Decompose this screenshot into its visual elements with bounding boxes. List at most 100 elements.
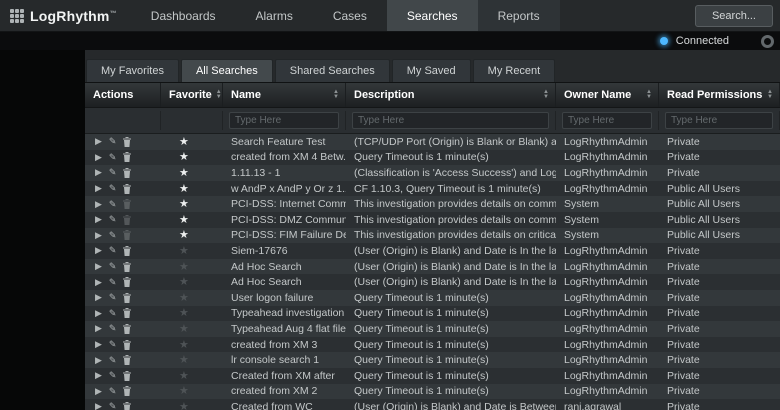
tab-my-recent[interactable]: My Recent xyxy=(473,59,556,82)
run-search-button[interactable]: ▶ xyxy=(95,356,102,365)
favorite-star-icon[interactable]: ★ xyxy=(169,198,189,210)
edit-search-button[interactable]: ✎ xyxy=(109,231,117,240)
edit-search-button[interactable]: ✎ xyxy=(109,356,117,365)
nav-item-cases[interactable]: Cases xyxy=(313,0,387,31)
table-row[interactable]: ▶ ✎ ★ Ad Hoc Search (User (Origin) is Bl… xyxy=(85,259,780,275)
table-row[interactable]: ▶ ✎ ★ Created from WC (User (Origin) is … xyxy=(85,399,780,410)
delete-search-button[interactable] xyxy=(123,371,131,381)
table-row[interactable]: ▶ ✎ ★ created from XM 4 Betw... Query Ti… xyxy=(85,150,780,166)
delete-search-button[interactable] xyxy=(123,184,131,194)
table-row[interactable]: ▶ ✎ ★ created from XM 3 Query Timeout is… xyxy=(85,337,780,353)
edit-search-button[interactable]: ✎ xyxy=(109,402,117,410)
sort-icon[interactable]: ▲▼ xyxy=(642,90,652,100)
sort-icon[interactable]: ▲▼ xyxy=(329,90,339,100)
run-search-button[interactable]: ▶ xyxy=(95,371,102,380)
column-header-owner-name[interactable]: Owner Name ▲▼ xyxy=(556,83,659,107)
favorite-star-icon[interactable]: ★ xyxy=(169,401,189,410)
table-row[interactable]: ▶ ✎ ★ Created from XM after Query Timeou… xyxy=(85,368,780,384)
delete-search-button[interactable] xyxy=(123,199,131,209)
delete-search-button[interactable] xyxy=(123,137,131,147)
table-row[interactable]: ▶ ✎ ★ PCI-DSS: Internet Comm... This inv… xyxy=(85,196,780,212)
run-search-button[interactable]: ▶ xyxy=(95,278,102,287)
table-row[interactable]: ▶ ✎ ★ 1.11.13 - 1 (Classification is 'Ac… xyxy=(85,165,780,181)
table-row[interactable]: ▶ ✎ ★ Ad Hoc Search (User (Origin) is Bl… xyxy=(85,274,780,290)
nav-item-dashboards[interactable]: Dashboards xyxy=(131,0,236,31)
table-row[interactable]: ▶ ✎ ★ User logon failure Query Timeout i… xyxy=(85,290,780,306)
nav-item-alarms[interactable]: Alarms xyxy=(236,0,313,31)
favorite-star-icon[interactable]: ★ xyxy=(169,229,189,241)
favorite-star-icon[interactable]: ★ xyxy=(169,307,189,319)
owner-filter-input[interactable] xyxy=(562,112,652,129)
column-header-favorite[interactable]: Favorite ▲▼ xyxy=(161,83,223,107)
column-header-description[interactable]: Description ▲▼ xyxy=(346,83,556,107)
run-search-button[interactable]: ▶ xyxy=(95,137,102,146)
favorite-star-icon[interactable]: ★ xyxy=(169,151,189,163)
edit-search-button[interactable]: ✎ xyxy=(109,371,117,380)
delete-search-button[interactable] xyxy=(123,152,131,162)
table-row[interactable]: ▶ ✎ ★ PCI-DSS: FIM Failure Detail This i… xyxy=(85,228,780,244)
favorite-star-icon[interactable]: ★ xyxy=(169,354,189,366)
favorite-star-icon[interactable]: ★ xyxy=(169,245,189,257)
edit-search-button[interactable]: ✎ xyxy=(109,309,117,318)
delete-search-button[interactable] xyxy=(123,215,131,225)
delete-search-button[interactable] xyxy=(123,230,131,240)
nav-item-searches[interactable]: Searches xyxy=(387,0,478,31)
search-button[interactable]: Search... xyxy=(695,5,773,27)
table-row[interactable]: ▶ ✎ ★ PCI-DSS: DMZ Communic... This inve… xyxy=(85,212,780,228)
edit-search-button[interactable]: ✎ xyxy=(109,200,117,209)
favorite-star-icon[interactable]: ★ xyxy=(169,183,189,195)
sort-icon[interactable]: ▲▼ xyxy=(539,90,549,100)
run-search-button[interactable]: ▶ xyxy=(95,324,102,333)
table-row[interactable]: ▶ ✎ ★ created from XM 2 Query Timeout is… xyxy=(85,384,780,400)
table-row[interactable]: ▶ ✎ ★ Typeahead Aug 4 flat file Query Ti… xyxy=(85,321,780,337)
delete-search-button[interactable] xyxy=(123,355,131,365)
edit-search-button[interactable]: ✎ xyxy=(109,293,117,302)
delete-search-button[interactable] xyxy=(123,262,131,272)
description-filter-input[interactable] xyxy=(352,112,549,129)
favorite-star-icon[interactable]: ★ xyxy=(169,292,189,304)
table-row[interactable]: ▶ ✎ ★ Search Feature Test (TCP/UDP Port … xyxy=(85,134,780,150)
edit-search-button[interactable]: ✎ xyxy=(109,262,117,271)
run-search-button[interactable]: ▶ xyxy=(95,293,102,302)
column-header-read-permissions[interactable]: Read Permissions ▲▼ xyxy=(659,83,780,107)
name-filter-input[interactable] xyxy=(229,112,339,129)
table-row[interactable]: ▶ ✎ ★ w AndP x AndP y Or z 1.1... CF 1.1… xyxy=(85,181,780,197)
edit-search-button[interactable]: ✎ xyxy=(109,215,117,224)
edit-search-button[interactable]: ✎ xyxy=(109,184,117,193)
edit-search-button[interactable]: ✎ xyxy=(109,340,117,349)
favorite-star-icon[interactable]: ★ xyxy=(169,261,189,273)
favorite-star-icon[interactable]: ★ xyxy=(169,136,189,148)
run-search-button[interactable]: ▶ xyxy=(95,168,102,177)
delete-search-button[interactable] xyxy=(123,168,131,178)
favorite-star-icon[interactable]: ★ xyxy=(169,339,189,351)
edit-search-button[interactable]: ✎ xyxy=(109,153,117,162)
delete-search-button[interactable] xyxy=(123,386,131,396)
delete-search-button[interactable] xyxy=(123,340,131,350)
edit-search-button[interactable]: ✎ xyxy=(109,324,117,333)
edit-search-button[interactable]: ✎ xyxy=(109,246,117,255)
tab-my-favorites[interactable]: My Favorites xyxy=(86,59,179,82)
run-search-button[interactable]: ▶ xyxy=(95,231,102,240)
table-row[interactable]: ▶ ✎ ★ Siem-17676 (User (Origin) is Blank… xyxy=(85,243,780,259)
delete-search-button[interactable] xyxy=(123,277,131,287)
delete-search-button[interactable] xyxy=(123,246,131,256)
delete-search-button[interactable] xyxy=(123,293,131,303)
table-row[interactable]: ▶ ✎ ★ Typeahead investigation ... Query … xyxy=(85,306,780,322)
favorite-star-icon[interactable]: ★ xyxy=(169,385,189,397)
run-search-button[interactable]: ▶ xyxy=(95,309,102,318)
nav-item-reports[interactable]: Reports xyxy=(478,0,560,31)
run-search-button[interactable]: ▶ xyxy=(95,200,102,209)
tab-my-saved[interactable]: My Saved xyxy=(392,59,471,82)
edit-search-button[interactable]: ✎ xyxy=(109,278,117,287)
tab-all-searches[interactable]: All Searches xyxy=(181,59,273,82)
permissions-filter-input[interactable] xyxy=(665,112,773,129)
connection-status-icon[interactable] xyxy=(761,35,774,48)
edit-search-button[interactable]: ✎ xyxy=(109,168,117,177)
delete-search-button[interactable] xyxy=(123,402,131,410)
run-search-button[interactable]: ▶ xyxy=(95,262,102,271)
run-search-button[interactable]: ▶ xyxy=(95,184,102,193)
favorite-star-icon[interactable]: ★ xyxy=(169,370,189,382)
edit-search-button[interactable]: ✎ xyxy=(109,387,117,396)
sort-icon[interactable]: ▲▼ xyxy=(763,90,773,100)
column-header-name[interactable]: Name ▲▼ xyxy=(223,83,346,107)
